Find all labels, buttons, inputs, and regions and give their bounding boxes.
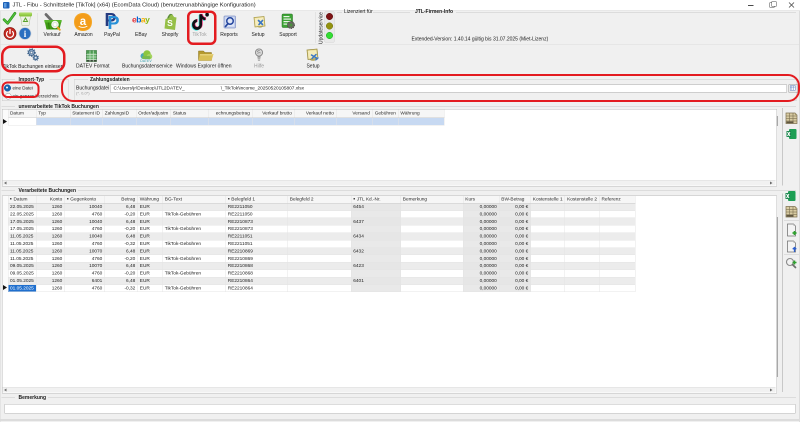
svg-text:S: S — [167, 18, 173, 28]
svg-text:a: a — [80, 16, 87, 28]
